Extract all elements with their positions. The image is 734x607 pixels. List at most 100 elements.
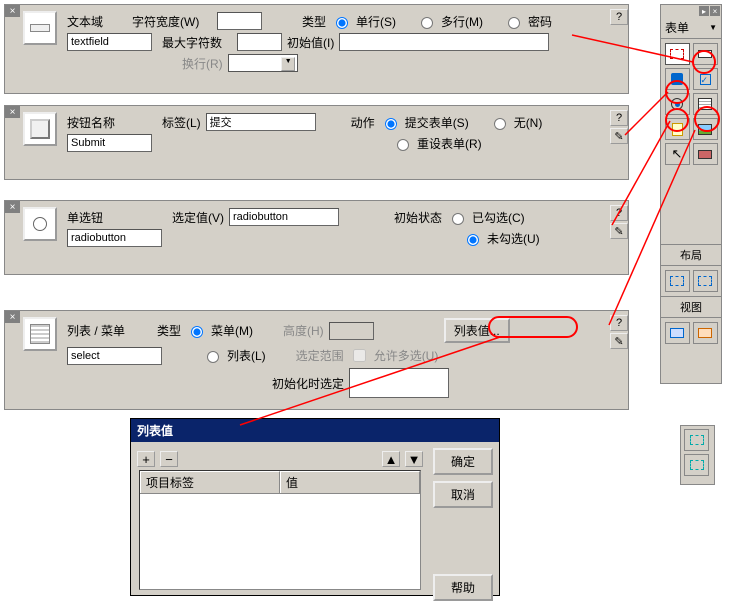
checkbox-tool[interactable]: ✓ <box>693 68 718 90</box>
max-chars-input[interactable] <box>237 33 282 51</box>
tool-frag-1[interactable] <box>684 429 709 451</box>
chevron-icon[interactable]: ▸ <box>699 6 709 16</box>
textfield-type-icon <box>23 11 57 45</box>
init-sel-label: 初始化时选定 <box>272 375 344 392</box>
tool-frag-2[interactable] <box>684 454 709 476</box>
edit-icon[interactable]: ✎ <box>610 333 628 349</box>
edit-icon[interactable]: ✎ <box>610 223 628 239</box>
layout-section-label: 布局 <box>661 244 721 266</box>
col-label-header: 项目标签 <box>140 471 280 493</box>
col-value-header: 值 <box>280 471 420 493</box>
selval-input[interactable] <box>229 208 339 226</box>
type-menu-label: 菜单(M) <box>211 322 253 339</box>
values-list[interactable]: 项目标签 值 <box>139 470 421 590</box>
state-checked-radio[interactable] <box>452 213 464 225</box>
textfield-title-label: 文本域 <box>67 13 127 30</box>
button-tool[interactable] <box>693 143 718 165</box>
ok-button[interactable]: 确定 <box>433 448 493 475</box>
state-unchecked-radio[interactable] <box>467 234 479 246</box>
selrange-label: 选定范围 <box>296 347 344 364</box>
state-unchecked-label: 未勾选(U) <box>487 230 540 247</box>
move-down-button[interactable]: ▼ <box>405 451 423 467</box>
cancel-button[interactable]: 取消 <box>433 481 493 508</box>
action-submit-radio[interactable] <box>385 118 397 130</box>
type-multi-label: 多行(M) <box>441 13 483 30</box>
hidden-tool[interactable] <box>665 68 690 90</box>
close-icon[interactable]: × <box>5 5 20 17</box>
edit-icon[interactable]: ✎ <box>610 128 628 144</box>
form-toolbox: ▸ × 表单 ▼ ✓ ↖ 布局 视图 <box>660 4 722 384</box>
listvalues-dialog: 列表值 + − ▲ ▼ 项目标签 值 确定 取消 帮助 <box>130 418 500 596</box>
type-label: 类型 <box>302 13 326 30</box>
action-none-radio[interactable] <box>494 118 506 130</box>
radio-properties-panel: × 单选钮 选定值(V) 初始状态 已勾选(C) 未勾选(U) ? <box>4 200 629 275</box>
move-up-button[interactable]: ▲ <box>382 451 400 467</box>
close-icon[interactable]: × <box>5 311 20 323</box>
view-tool-2[interactable] <box>693 322 718 344</box>
remove-button[interactable]: − <box>160 451 178 467</box>
type-list-radio[interactable] <box>207 351 219 363</box>
type-single-label: 单行(S) <box>356 13 396 30</box>
max-chars-label: 最大字符数 <box>162 34 232 51</box>
textfield-properties-panel: × 文本域 字符宽度(W) 类型 单行(S) 多行(M) 密码 <box>4 4 629 94</box>
radio-name-input[interactable] <box>67 229 162 247</box>
image-tool[interactable] <box>693 118 718 140</box>
help-button[interactable]: 帮助 <box>433 574 493 601</box>
type-single-radio[interactable] <box>336 17 348 29</box>
button-properties-panel: × 按钮名称 标签(L) 动作 提交表单(S) 无(N) 重设表单(R) <box>4 105 629 180</box>
type-password-radio[interactable] <box>508 17 520 29</box>
textfield-name-input[interactable] <box>67 33 152 51</box>
type-menu-radio[interactable] <box>191 326 203 338</box>
layout-tool-1[interactable] <box>665 270 690 292</box>
allow-multi-checkbox <box>353 349 366 362</box>
dropdown-icon[interactable]: ▼ <box>709 23 717 32</box>
wrap-dropdown[interactable] <box>228 54 298 72</box>
button-label-input[interactable] <box>206 113 316 131</box>
file-tool[interactable] <box>665 118 690 140</box>
button-name-input[interactable] <box>67 134 152 152</box>
selval-label: 选定值(V) <box>172 209 224 226</box>
help-icon[interactable]: ? <box>610 315 628 331</box>
action-reset-radio[interactable] <box>397 139 409 151</box>
button-title-label: 按钮名称 <box>67 114 127 131</box>
list-properties-panel: × 列表 / 菜单 类型 菜单(M) 高度(H) 列表值... 列表(L) <box>4 310 629 410</box>
action-label: 动作 <box>351 114 375 131</box>
char-width-input[interactable] <box>217 12 262 30</box>
init-val-input[interactable] <box>339 33 549 51</box>
list-tool[interactable] <box>693 93 718 115</box>
init-sel-input[interactable] <box>349 368 449 398</box>
help-icon[interactable]: ? <box>610 9 628 25</box>
list-type-icon <box>23 317 57 351</box>
radio-tool[interactable] <box>665 93 690 115</box>
toolbox-title: 表单 <box>665 19 689 36</box>
textfield-tool[interactable] <box>693 43 718 65</box>
close-icon[interactable]: × <box>5 201 20 213</box>
pointer-tool[interactable]: ↖ <box>665 143 690 165</box>
type-password-label: 密码 <box>528 13 552 30</box>
wrap-label: 换行(R) <box>182 55 223 72</box>
button-label-label: 标签(L) <box>162 114 201 131</box>
init-val-label: 初始值(I) <box>287 34 334 51</box>
height-input <box>329 322 374 340</box>
layout-tool-2[interactable] <box>693 270 718 292</box>
list-title-label: 列表 / 菜单 <box>67 322 152 339</box>
form-tool[interactable] <box>665 43 690 65</box>
view-tool-1[interactable] <box>665 322 690 344</box>
help-icon[interactable]: ? <box>610 205 628 221</box>
listvalues-button[interactable]: 列表值... <box>444 318 510 343</box>
height-label: 高度(H) <box>283 322 324 339</box>
type-multi-radio[interactable] <box>421 17 433 29</box>
list-type-label: 类型 <box>157 322 181 339</box>
add-button[interactable]: + <box>137 451 155 467</box>
list-name-input[interactable] <box>67 347 162 365</box>
type-list-label: 列表(L) <box>227 347 266 364</box>
allow-multi-label: 允许多选(U) <box>374 347 439 364</box>
button-type-icon <box>23 112 57 146</box>
action-reset-label: 重设表单(R) <box>417 135 482 152</box>
action-submit-label: 提交表单(S) <box>405 114 469 131</box>
radio-type-icon <box>23 207 57 241</box>
close-icon[interactable]: × <box>710 6 720 16</box>
action-none-label: 无(N) <box>514 114 543 131</box>
close-icon[interactable]: × <box>5 106 20 118</box>
help-icon[interactable]: ? <box>610 110 628 126</box>
